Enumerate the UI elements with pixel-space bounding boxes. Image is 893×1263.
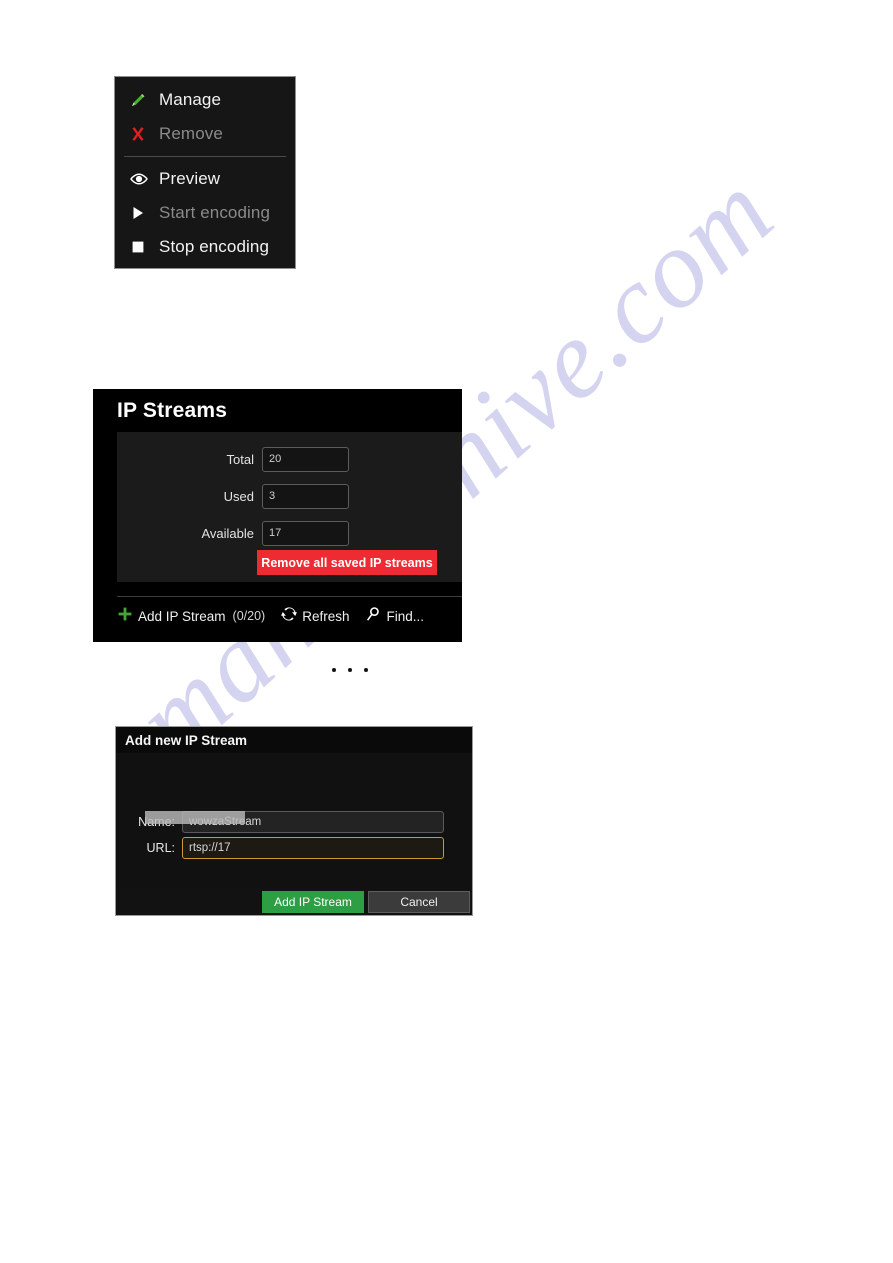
menu-item-preview[interactable]: Preview [115, 162, 295, 196]
add-ip-stream-label: Add IP Stream [138, 608, 226, 624]
field-label: Used [223, 488, 254, 504]
dialog-row-name: Name: [116, 810, 461, 833]
ellipsis-dot [364, 668, 368, 672]
menu-item-label: Remove [159, 124, 223, 143]
field-label: Available [201, 525, 254, 541]
field-label: Total [226, 451, 254, 467]
field-row-total: Total [117, 446, 432, 472]
find-action[interactable]: Find... [365, 606, 424, 627]
menu-divider [124, 156, 286, 157]
menu-item-start-encoding[interactable]: Start encoding [115, 196, 295, 230]
menu-item-manage[interactable]: Manage [115, 83, 295, 117]
refresh-label: Refresh [302, 608, 350, 624]
menu-item-label: Manage [159, 90, 222, 109]
dialog-titlebar: Add new IP Stream [116, 727, 472, 753]
available-input[interactable] [262, 520, 349, 546]
url-input[interactable] [182, 836, 444, 859]
remove-all-saved-ip-streams-button[interactable]: Remove all saved IP streams [257, 550, 437, 575]
add-new-ip-stream-dialog: Add new IP Stream Name: URL: Add IP Stre… [115, 726, 473, 916]
used-input[interactable] [262, 483, 349, 509]
cancel-button[interactable]: Cancel [368, 891, 470, 913]
pencil-icon [129, 91, 159, 109]
ellipsis-dot [332, 668, 336, 672]
ip-streams-panel: IP Streams Total Used Available Remove a… [93, 389, 462, 642]
ellipsis-dot [348, 668, 352, 672]
dialog-content: Name: URL: [116, 753, 472, 889]
url-label: URL: [146, 840, 175, 855]
find-label: Find... [386, 608, 424, 624]
refresh-icon [281, 606, 298, 627]
field-row-available: Available [117, 520, 432, 546]
menu-item-label: Start encoding [159, 203, 271, 222]
plus-icon [117, 606, 133, 627]
eye-icon [129, 170, 159, 188]
menu-item-stop-encoding[interactable]: Stop encoding [115, 230, 295, 264]
add-ip-stream-action[interactable]: Add IP Stream (0/20) [117, 606, 265, 627]
play-icon [129, 204, 159, 222]
menu-item-remove[interactable]: Remove [115, 117, 295, 151]
menu-item-label: Preview [159, 169, 221, 188]
panel-title: IP Streams [117, 399, 228, 422]
menu-item-label: Stop encoding [159, 237, 269, 256]
search-icon [365, 606, 381, 627]
dialog-button-bar: Add IP Stream Cancel [116, 889, 472, 915]
dialog-title: Add new IP Stream [125, 732, 248, 748]
dialog-row-url: URL: [116, 836, 461, 859]
ellipsis-separator [332, 668, 368, 672]
red-x-icon [129, 125, 159, 143]
name-label: Name: [138, 814, 175, 829]
total-input[interactable] [262, 446, 349, 472]
add-ip-stream-button[interactable]: Add IP Stream [262, 891, 364, 913]
stop-square-icon [129, 238, 159, 256]
refresh-action[interactable]: Refresh [281, 606, 349, 627]
field-row-used: Used [117, 483, 432, 509]
ip-streams-toolbar: Add IP Stream (0/20) Refresh Find... [117, 596, 462, 635]
name-input[interactable] [182, 810, 444, 833]
stream-context-menu: Manage Remove Preview Start encoding Sto… [114, 76, 296, 269]
add-ip-stream-count: (0/20) [232, 609, 266, 623]
